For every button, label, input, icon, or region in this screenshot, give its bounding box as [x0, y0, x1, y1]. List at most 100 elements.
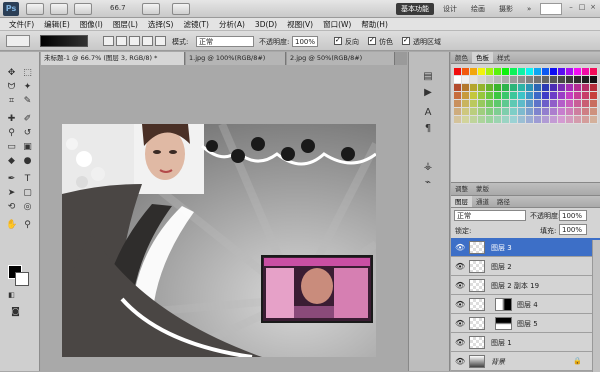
mode-select[interactable]: 正常 [196, 36, 254, 47]
menu-view[interactable]: 视图(V) [282, 18, 318, 30]
zoom-level[interactable]: 66.7 [110, 4, 126, 12]
color-swatch[interactable] [542, 92, 550, 100]
color-swatch[interactable] [462, 116, 470, 124]
color-swatch[interactable] [574, 108, 582, 116]
color-swatch[interactable] [534, 100, 542, 108]
visibility-eye-icon[interactable]: 👁 [455, 357, 465, 367]
color-swatch[interactable] [526, 108, 534, 116]
tab-paths[interactable]: 路径 [493, 196, 514, 207]
workspace-overflow[interactable]: » [524, 3, 534, 15]
layer-row[interactable]: 👁 图层 3 [451, 238, 600, 257]
color-swatch[interactable] [550, 68, 558, 76]
color-swatch[interactable] [590, 76, 598, 84]
color-swatch[interactable] [590, 84, 598, 92]
color-swatch[interactable] [542, 68, 550, 76]
color-swatch[interactable] [574, 76, 582, 84]
color-swatch[interactable] [558, 92, 566, 100]
color-swatch[interactable] [486, 116, 494, 124]
color-swatch[interactable] [454, 68, 462, 76]
brushes-panel-icon[interactable]: ⌁ [419, 176, 437, 190]
color-swatch[interactable] [502, 116, 510, 124]
color-swatch[interactable] [550, 100, 558, 108]
mini-bridge-icon[interactable] [50, 3, 68, 15]
default-colors-icon[interactable]: ◧ [6, 290, 17, 301]
color-swatch[interactable] [582, 68, 590, 76]
eyedropper-icon[interactable]: ✎ [22, 96, 33, 107]
dodge-tool-icon[interactable]: ● [22, 156, 33, 167]
visibility-eye-icon[interactable]: 👁 [455, 243, 465, 253]
gradient-tool-icon[interactable]: ▣ [22, 142, 33, 153]
layer-fill-field[interactable]: 100% [559, 224, 587, 235]
minimize-button[interactable]: – [566, 2, 576, 12]
hand-tool-icon[interactable]: ✋ [6, 220, 17, 231]
color-swatch[interactable] [566, 68, 574, 76]
color-swatch[interactable] [510, 100, 518, 108]
extras-icon[interactable] [74, 3, 92, 15]
color-swatch[interactable] [454, 100, 462, 108]
paragraph-panel-icon[interactable]: ¶ [419, 122, 437, 136]
color-swatch[interactable] [518, 68, 526, 76]
radial-gradient-button[interactable] [116, 36, 127, 46]
healing-brush-icon[interactable]: ✚ [6, 114, 17, 125]
color-swatch[interactable] [534, 76, 542, 84]
color-swatch[interactable] [454, 108, 462, 116]
move-tool-icon[interactable]: ✥ [6, 68, 17, 79]
color-swatch[interactable] [494, 116, 502, 124]
clone-source-panel-icon[interactable]: ⚶ [419, 160, 437, 174]
layer-row[interactable]: 👁 背景 🔒 [451, 352, 600, 371]
color-swatch[interactable] [582, 92, 590, 100]
layer-row[interactable]: 👁 图层 2 [451, 257, 600, 276]
history-brush-icon[interactable]: ↺ [22, 128, 33, 139]
color-swatch[interactable] [510, 116, 518, 124]
clone-stamp-icon[interactable]: ⚲ [6, 128, 17, 139]
color-swatch[interactable] [510, 68, 518, 76]
blur-tool-icon[interactable]: ◆ [6, 156, 17, 167]
visibility-eye-icon[interactable]: 👁 [455, 262, 465, 272]
color-swatch[interactable] [542, 76, 550, 84]
linear-gradient-button[interactable] [103, 36, 114, 46]
color-swatch[interactable] [566, 100, 574, 108]
marquee-tool-icon[interactable]: ⬚ [22, 68, 33, 79]
crop-tool-icon[interactable]: ⌗ [6, 96, 17, 107]
magic-wand-icon[interactable]: ✦ [22, 82, 33, 93]
color-swatch[interactable] [494, 84, 502, 92]
color-swatch[interactable] [486, 68, 494, 76]
color-swatch[interactable] [478, 76, 486, 84]
color-swatch[interactable] [566, 116, 574, 124]
quick-mask-icon[interactable]: ◙ [10, 307, 21, 318]
menu-help[interactable]: 帮助(H) [356, 18, 393, 30]
color-swatch[interactable] [494, 100, 502, 108]
close-button[interactable]: × [588, 2, 598, 12]
lasso-tool-icon[interactable]: ᗢ [6, 82, 17, 93]
color-swatch[interactable] [534, 92, 542, 100]
color-swatch[interactable] [550, 116, 558, 124]
color-swatch[interactable] [454, 84, 462, 92]
color-swatch[interactable] [574, 92, 582, 100]
background-color-swatch[interactable] [15, 272, 29, 286]
color-swatch[interactable] [550, 108, 558, 116]
type-tool-icon[interactable]: T [22, 174, 33, 185]
color-swatch[interactable] [502, 92, 510, 100]
color-swatch[interactable] [542, 108, 550, 116]
color-swatch[interactable] [470, 100, 478, 108]
color-swatch[interactable] [510, 108, 518, 116]
color-swatch[interactable] [478, 84, 486, 92]
menu-analysis[interactable]: 分析(A) [214, 18, 250, 30]
color-swatch[interactable] [470, 92, 478, 100]
brush-tool-icon[interactable]: ✐ [22, 114, 33, 125]
color-swatch[interactable] [566, 84, 574, 92]
menu-edit[interactable]: 编辑(E) [39, 18, 75, 30]
cs-live-field[interactable] [540, 3, 562, 15]
color-swatch[interactable] [574, 116, 582, 124]
color-swatch[interactable] [526, 68, 534, 76]
arrange-documents-icon[interactable] [142, 3, 160, 15]
color-swatch[interactable] [558, 116, 566, 124]
color-swatch[interactable] [534, 108, 542, 116]
color-swatch[interactable] [494, 92, 502, 100]
color-swatch[interactable] [502, 68, 510, 76]
color-swatch[interactable] [454, 92, 462, 100]
color-swatch[interactable] [502, 100, 510, 108]
layer-row[interactable]: 👁 图层 5 [451, 314, 600, 333]
reflected-gradient-button[interactable] [142, 36, 153, 46]
history-panel-icon[interactable]: ▤ [419, 70, 437, 84]
